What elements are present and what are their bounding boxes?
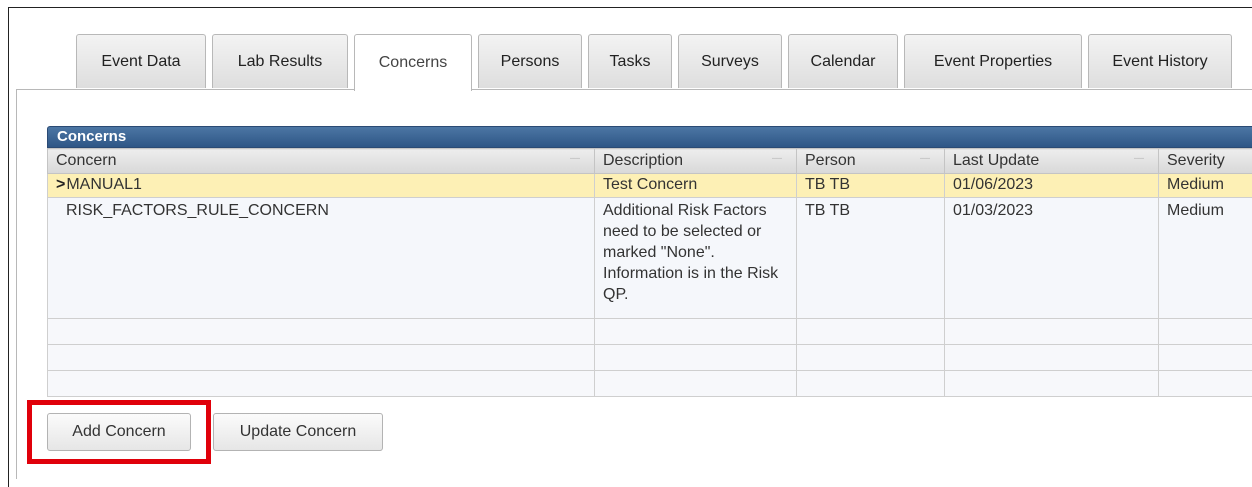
cell-person: TB TB: [797, 174, 945, 198]
column-header-person[interactable]: Person—: [797, 149, 945, 174]
tab-event-history[interactable]: Event History: [1088, 34, 1232, 88]
concerns-table: Concern— Description— Person— Last Updat…: [47, 148, 1252, 397]
column-header-description[interactable]: Description—: [595, 149, 797, 174]
cell-severity: Medium: [1159, 198, 1252, 319]
column-header-last-update[interactable]: Last Update—: [945, 149, 1159, 174]
tab-concerns[interactable]: Concerns: [354, 34, 472, 91]
cell-last-update: 01/06/2023: [945, 174, 1159, 198]
highlight-annotation-box: [27, 400, 211, 464]
cell-severity: Medium: [1159, 174, 1252, 198]
sort-handle-icon: —: [570, 153, 580, 164]
cell-person: TB TB: [797, 198, 945, 319]
cell-concern: >MANUAL1: [48, 174, 595, 198]
concerns-grid: Concerns Concern— Description— Person— L…: [47, 126, 1252, 397]
tab-tasks[interactable]: Tasks: [588, 34, 672, 88]
table-header-row: Concern— Description— Person— Last Updat…: [48, 149, 1252, 174]
tab-event-properties[interactable]: Event Properties: [904, 34, 1082, 88]
column-header-severity[interactable]: Severity: [1159, 149, 1252, 174]
cell-last-update: 01/03/2023: [945, 198, 1159, 319]
cell-concern: RISK_FACTORS_RULE_CONCERN: [48, 198, 595, 319]
grid-title: Concerns: [47, 126, 1252, 148]
column-header-concern[interactable]: Concern—: [48, 149, 595, 174]
sort-handle-icon: —: [1134, 153, 1144, 164]
cell-description: Additional Risk Factors need to be selec…: [595, 198, 797, 319]
tab-calendar[interactable]: Calendar: [788, 34, 898, 88]
update-concern-button[interactable]: Update Concern: [213, 413, 383, 451]
empty-row: [48, 345, 1252, 371]
empty-row: [48, 319, 1252, 345]
tab-lab-results[interactable]: Lab Results: [212, 34, 348, 88]
tab-persons[interactable]: Persons: [478, 34, 582, 88]
sort-handle-icon: —: [920, 153, 930, 164]
table-row[interactable]: RISK_FACTORS_RULE_CONCERN Additional Ris…: [48, 198, 1252, 319]
row-selected-arrow-icon: >: [56, 176, 65, 193]
cell-description: Test Concern: [595, 174, 797, 198]
sort-handle-icon: —: [772, 153, 782, 164]
tab-surveys[interactable]: Surveys: [678, 34, 782, 88]
table-row[interactable]: >MANUAL1 Test Concern TB TB 01/06/2023 M…: [48, 174, 1252, 198]
tab-event-data[interactable]: Event Data: [76, 34, 206, 88]
empty-row: [48, 371, 1252, 397]
